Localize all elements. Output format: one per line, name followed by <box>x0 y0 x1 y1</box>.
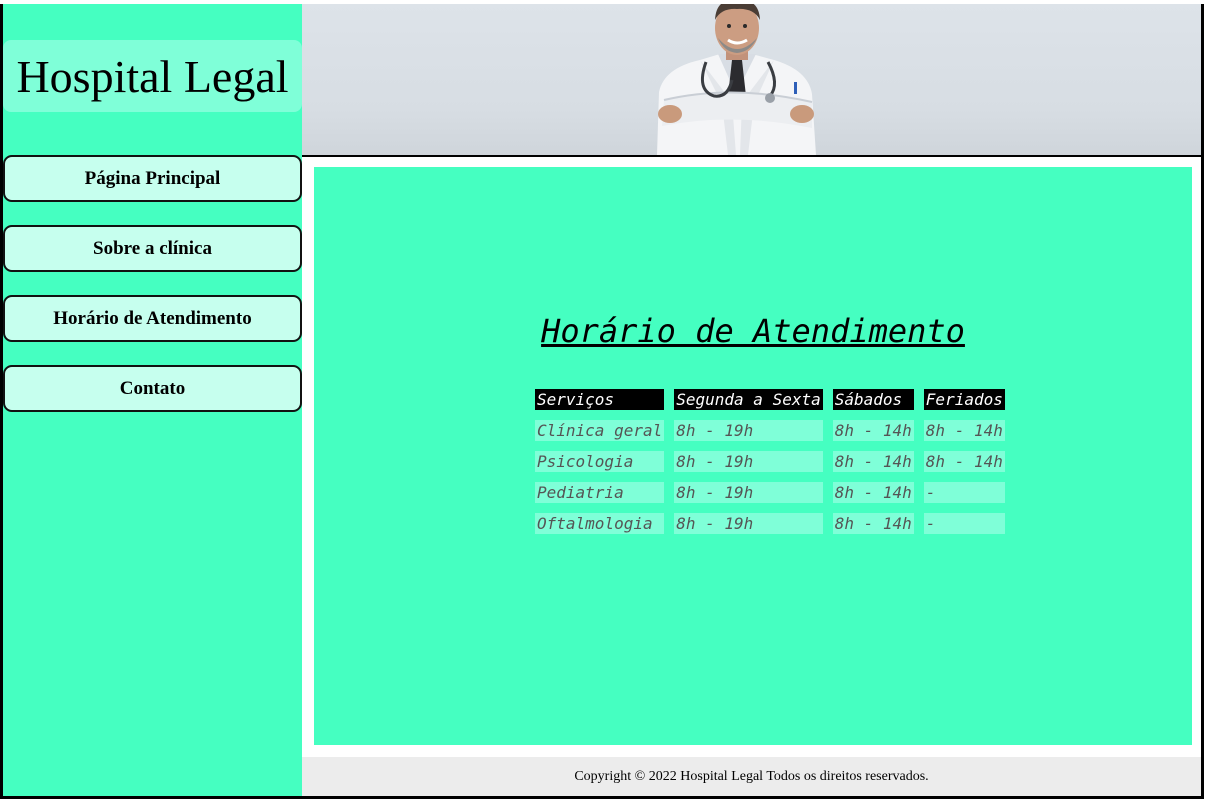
table-cell: 8h - 14h <box>923 420 1005 441</box>
header-banner <box>302 4 1201 155</box>
footer: Copyright © 2022 Hospital Legal Todos os… <box>302 757 1201 796</box>
table-header-cell: Segunda a Sexta <box>674 389 823 410</box>
schedule-table: Serviços Segunda a Sexta Sábados Feriado… <box>525 379 1015 544</box>
nav-contato-button[interactable]: Contato <box>3 365 302 412</box>
doctor-photo <box>657 4 816 155</box>
table-row: Psicologia 8h - 19h 8h - 14h 8h - 14h <box>535 451 1005 472</box>
table-cell: 8h - 14h <box>832 420 914 441</box>
table-cell: 8h - 19h <box>674 482 823 503</box>
table-cell: Pediatria <box>535 482 665 503</box>
nav-sobre-clinica-button[interactable]: Sobre a clínica <box>3 225 302 272</box>
site-logo[interactable]: Hospital Legal <box>3 40 302 112</box>
nav-pagina-principal-button[interactable]: Página Principal <box>3 155 302 202</box>
table-cell: Oftalmologia <box>535 513 665 534</box>
table-cell: - <box>923 513 1005 534</box>
table-row: Oftalmologia 8h - 19h 8h - 14h - <box>535 513 1005 534</box>
sidebar: Hospital Legal Página Principal Sobre a … <box>3 4 302 796</box>
table-cell: - <box>923 482 1005 503</box>
table-cell: Clínica geral <box>535 420 665 441</box>
nav-horario-atendimento-button[interactable]: Horário de Atendimento <box>3 295 302 342</box>
table-cell: 8h - 14h <box>923 451 1005 472</box>
table-header-cell: Serviços <box>535 389 665 410</box>
page-frame: Hospital Legal Página Principal Sobre a … <box>0 4 1204 799</box>
table-cell: 8h - 19h <box>674 513 823 534</box>
copyright-text: Copyright © 2022 Hospital Legal Todos os… <box>574 768 929 784</box>
table-cell: 8h - 19h <box>674 451 823 472</box>
content-panel: Horário de Atendimento Serviços Segunda … <box>314 167 1192 745</box>
table-cell: 8h - 19h <box>674 420 823 441</box>
table-cell: Psicologia <box>535 451 665 472</box>
table-cell: 8h - 14h <box>832 482 914 503</box>
table-header-row: Serviços Segunda a Sexta Sábados Feriado… <box>535 389 1005 410</box>
table-header-cell: Feriados <box>923 389 1005 410</box>
table-header-cell: Sábados <box>832 389 914 410</box>
table-row: Clínica geral 8h - 19h 8h - 14h 8h - 14h <box>535 420 1005 441</box>
table-row: Pediatria 8h - 19h 8h - 14h - <box>535 482 1005 503</box>
table-cell: 8h - 14h <box>832 513 914 534</box>
page-title: Horário de Atendimento <box>541 312 965 350</box>
table-cell: 8h - 14h <box>832 451 914 472</box>
